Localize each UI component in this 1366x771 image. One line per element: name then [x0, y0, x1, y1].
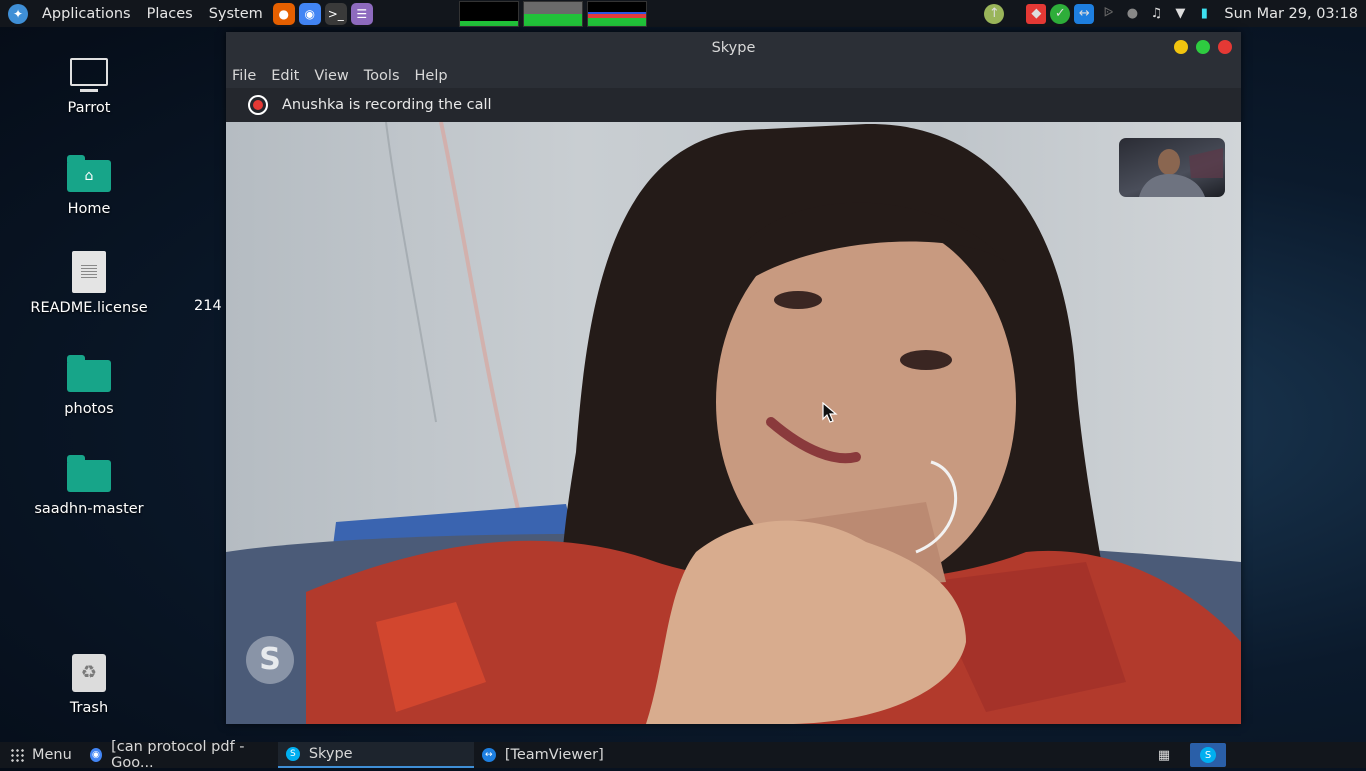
bluetooth-icon[interactable]: ᐉ: [1098, 4, 1118, 24]
battery-icon[interactable]: ▮: [1194, 4, 1214, 24]
desktop-icon-label: photos: [64, 401, 114, 417]
record-icon: [248, 95, 268, 115]
workspace-switcher: ▦ S: [1152, 742, 1366, 768]
workspace-map-icon[interactable]: ▦: [1154, 745, 1174, 765]
desktop-icon-label: Trash: [69, 700, 109, 716]
trash-icon: ♻: [72, 654, 106, 692]
teamviewer-icon[interactable]: ↔: [1074, 3, 1095, 24]
desktop-icon-home[interactable]: ⌂ Home: [29, 155, 149, 217]
recording-notice: Anushka is recording the call: [282, 97, 492, 113]
menubar: File Edit View Tools Help: [226, 64, 1241, 88]
menu-edit[interactable]: Edit: [271, 68, 299, 84]
volume-icon[interactable]: ♫: [1146, 4, 1166, 24]
folder-icon: [67, 355, 111, 392]
close-button[interactable]: [1218, 40, 1232, 54]
mouse-cursor-icon: [822, 402, 838, 423]
terminal-icon[interactable]: >_: [324, 2, 347, 25]
microphone-icon[interactable]: ●: [1122, 4, 1142, 24]
taskbar-item-label: [can protocol pdf - Goo...: [111, 739, 245, 771]
memory-monitor-graph[interactable]: [522, 0, 583, 27]
folder-icon: [67, 455, 111, 492]
desktop-icon-photos[interactable]: photos: [29, 355, 149, 417]
maximize-button[interactable]: [1196, 40, 1210, 54]
cpu-monitor-graph[interactable]: [458, 0, 519, 27]
desktop-icon-readme[interactable]: README.license: [29, 251, 149, 316]
places-menu[interactable]: Places: [139, 0, 201, 27]
text-editor-icon[interactable]: ☰: [350, 2, 373, 25]
remote-video-feed[interactable]: S: [226, 122, 1241, 724]
teamviewer-icon: ↔: [481, 748, 496, 762]
start-menu-label: Menu: [32, 747, 72, 763]
applications-menu[interactable]: Applications: [34, 0, 139, 27]
window-titlebar[interactable]: Skype: [226, 32, 1241, 64]
home-folder-icon: ⌂: [67, 155, 111, 192]
menu-file[interactable]: File: [232, 68, 256, 84]
system-tray: ↑ ◆ ✓ ↔ ᐉ ● ♫ ▼ ▮ Sun Mar 29, 03:18: [982, 0, 1366, 27]
skype-window: Skype File Edit View Tools Help Anushka …: [226, 32, 1241, 724]
desktop-icon-saadhn-master[interactable]: saadhn-master: [29, 455, 149, 517]
system-menu[interactable]: System: [201, 0, 271, 27]
video-frame: [226, 122, 1241, 724]
network-monitor-graph[interactable]: [586, 0, 647, 27]
taskbar-item-skype[interactable]: S Skype: [277, 742, 474, 768]
minimize-button[interactable]: [1174, 40, 1188, 54]
top-panel: ✦ Applications Places System ● ◉ >_ ☰ ↑ …: [0, 0, 1366, 27]
skype-watermark-icon: S: [246, 636, 294, 684]
firefox-icon[interactable]: ●: [272, 2, 295, 25]
checkmark-status-icon[interactable]: ✓: [1050, 3, 1071, 24]
chrome-icon: ◉: [89, 748, 103, 762]
self-preview-frame: [1139, 148, 1223, 197]
anydesk-icon[interactable]: ◆: [1026, 3, 1047, 24]
desktop-icon-label: Parrot: [67, 100, 111, 116]
skype-icon: S: [285, 747, 300, 761]
taskbar: Menu ◉ [can protocol pdf - Goo... S Skyp…: [0, 739, 1366, 771]
document-icon: [72, 251, 106, 293]
desktop-icon-label: README.license: [30, 300, 148, 316]
computer-icon: [70, 58, 108, 92]
desktop-icon-label: saadhn-master: [34, 501, 144, 517]
taskbar-item-teamviewer[interactable]: ↔ [TeamViewer]: [474, 742, 670, 768]
self-preview-video[interactable]: [1119, 138, 1225, 197]
desktop-icon-label: Home: [67, 201, 111, 217]
app-grid-icon: [10, 748, 24, 762]
wifi-icon[interactable]: ▼: [1170, 4, 1190, 24]
recording-banner: Anushka is recording the call: [226, 88, 1241, 122]
update-indicator-icon[interactable]: ↑: [984, 3, 1005, 24]
menu-help[interactable]: Help: [415, 68, 448, 84]
parrot-logo-icon[interactable]: ✦: [8, 3, 28, 24]
menu-tools[interactable]: Tools: [364, 68, 400, 84]
menu-view[interactable]: View: [314, 68, 348, 84]
window-title: Skype: [711, 40, 756, 56]
workspace-skype-icon[interactable]: S: [1190, 743, 1226, 767]
desktop-icon-parrot[interactable]: Parrot: [29, 58, 149, 116]
chrome-icon[interactable]: ◉: [298, 2, 321, 25]
taskbar-item-label: [TeamViewer]: [504, 747, 604, 763]
taskbar-item-chrome[interactable]: ◉ [can protocol pdf - Goo...: [82, 739, 278, 771]
start-menu-button[interactable]: Menu: [0, 742, 82, 768]
clock[interactable]: Sun Mar 29, 03:18: [1224, 6, 1358, 22]
taskbar-item-label: Skype: [308, 746, 353, 762]
desktop-icon-trash[interactable]: ♻ Trash: [29, 654, 149, 716]
